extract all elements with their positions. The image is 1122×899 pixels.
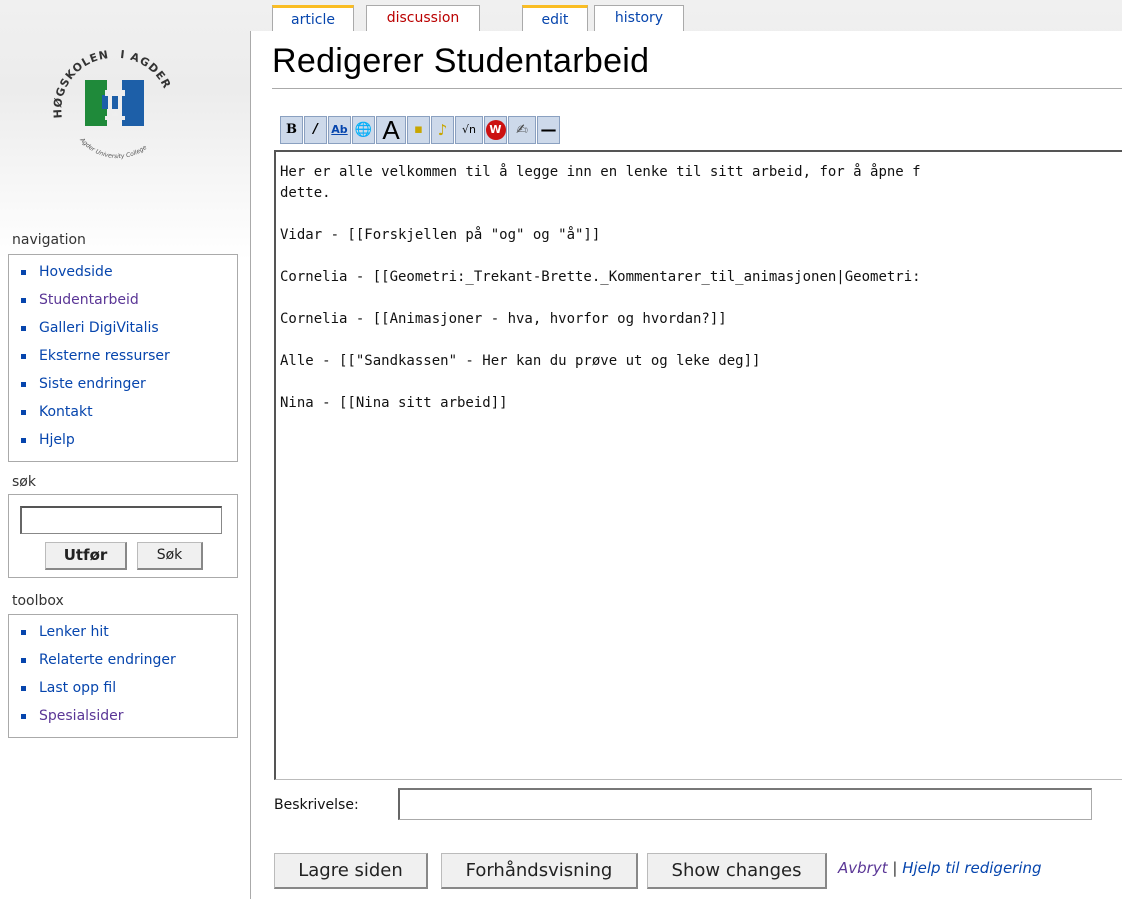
summary-input[interactable] <box>398 788 1092 820</box>
search-button[interactable]: Søk <box>137 542 203 570</box>
edit-links: Avbryt | Hjelp til redigering <box>838 859 1042 877</box>
cancel-link[interactable]: Avbryt <box>838 859 888 877</box>
sidebar-item-eksterne-ressurser[interactable]: Eksterne ressurser <box>19 342 237 370</box>
toolbox-item-label[interactable]: Lenker hit <box>39 624 109 640</box>
search-heading: søk <box>12 474 36 490</box>
toolbox-item-label[interactable]: Last opp fil <box>39 680 116 696</box>
summary-label: Beskrivelse: <box>274 797 359 813</box>
logo-emblem: HØGSKOLEN I AGDER Agder University Colle… <box>51 48 172 160</box>
sidebar-item-studentarbeid[interactable]: Studentarbeid <box>19 286 237 314</box>
navigation-portlet: Hovedside Studentarbeid Galleri DigiVita… <box>8 254 238 462</box>
image-icon[interactable]: ▪ <box>407 116 430 144</box>
horizontal-line-icon[interactable]: — <box>537 116 560 144</box>
toolbox-item-spesialsider[interactable]: Spesialsider <box>19 702 237 730</box>
save-button[interactable]: Lagre siden <box>274 853 428 889</box>
sidebar-item-kontakt[interactable]: Kontakt <box>19 398 237 426</box>
editing-help-link[interactable]: Hjelp til redigering <box>902 859 1041 877</box>
math-icon[interactable]: √n <box>455 116 483 144</box>
sidebar-item-label[interactable]: Siste endringer <box>39 376 146 392</box>
tab-article[interactable]: article <box>272 5 354 31</box>
toolbox-item-lenker-hit[interactable]: Lenker hit <box>19 618 237 646</box>
sidebar-item-siste-endringer[interactable]: Siste endringer <box>19 370 237 398</box>
sidebar-item-label[interactable]: Hovedside <box>39 264 113 280</box>
nowiki-icon[interactable]: W <box>484 116 507 144</box>
navigation-heading: navigation <box>12 232 86 248</box>
sidebar-item-label[interactable]: Kontakt <box>39 404 93 420</box>
headline-icon[interactable]: A <box>376 116 406 144</box>
preview-button[interactable]: Forhåndsvisning <box>441 853 638 889</box>
internal-link-icon[interactable]: Ab <box>328 116 351 144</box>
toolbox-item-label[interactable]: Spesialsider <box>39 708 123 724</box>
search-input[interactable] <box>20 506 222 534</box>
media-icon[interactable]: ♪ <box>431 116 454 144</box>
link-separator: | <box>892 859 898 877</box>
tab-edit[interactable]: edit <box>522 5 588 31</box>
toolbox-portlet: Lenker hit Relaterte endringer Last opp … <box>8 614 238 738</box>
toolbox-heading: toolbox <box>12 593 64 609</box>
logo-subtext: Agder University College <box>78 136 149 160</box>
sidebar-item-label[interactable]: Studentarbeid <box>39 292 139 308</box>
site-logo[interactable]: HØGSKOLEN I AGDER Agder University Colle… <box>50 40 180 160</box>
toolbox-item-relaterte-endringer[interactable]: Relaterte endringer <box>19 646 237 674</box>
sidebar-item-hjelp[interactable]: Hjelp <box>19 426 237 454</box>
sidebar-item-label[interactable]: Hjelp <box>39 432 75 448</box>
italic-icon[interactable]: / <box>304 116 327 144</box>
tab-history[interactable]: history <box>594 5 684 31</box>
sidebar-item-label[interactable]: Eksterne ressurser <box>39 348 170 364</box>
sidebar-item-galleri-digivitalis[interactable]: Galleri DigiVitalis <box>19 314 237 342</box>
go-button[interactable]: Utfør <box>45 542 127 570</box>
bold-icon[interactable]: B <box>280 116 303 144</box>
external-link-icon[interactable]: 🌐 <box>352 116 375 144</box>
sidebar-item-label[interactable]: Galleri DigiVitalis <box>39 320 159 336</box>
toolbox-item-label[interactable]: Relaterte endringer <box>39 652 176 668</box>
page-title: Redigerer Studentarbeid <box>272 42 650 80</box>
toolbox-item-last-opp-fil[interactable]: Last opp fil <box>19 674 237 702</box>
show-changes-button[interactable]: Show changes <box>647 853 827 889</box>
nowiki-glyph: W <box>485 120 506 140</box>
title-divider <box>272 88 1122 89</box>
svg-text:Agder University College: Agder University College <box>78 136 149 160</box>
tab-discussion[interactable]: discussion <box>366 5 480 31</box>
signature-icon[interactable]: ✍ <box>508 116 536 144</box>
sidebar-item-hovedside[interactable]: Hovedside <box>19 258 237 286</box>
wikitext-editor[interactable]: Her er alle velkommen til å legge inn en… <box>274 150 1122 780</box>
